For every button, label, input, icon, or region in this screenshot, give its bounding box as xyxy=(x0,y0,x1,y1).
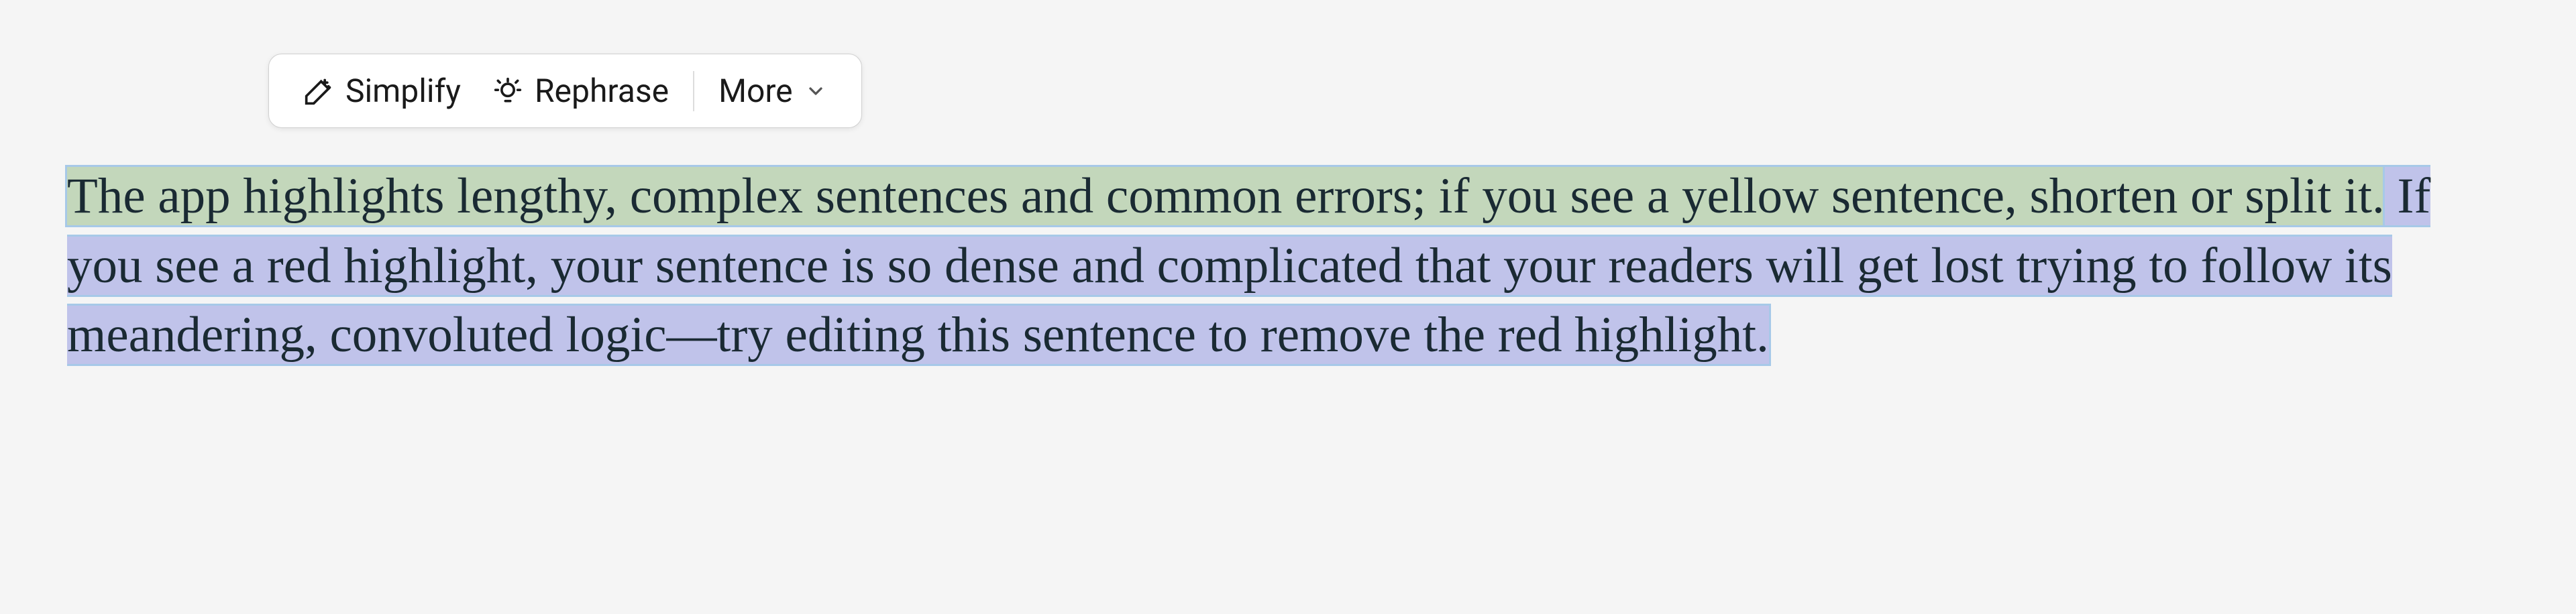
more-label: More xyxy=(718,72,793,110)
more-button[interactable]: More xyxy=(702,66,843,115)
highlighted-sentence-hard[interactable]: The app highlights lengthy, complex sent… xyxy=(67,167,2385,225)
chevron-down-icon xyxy=(805,80,826,102)
rewrite-toolbar: Simplify Rephrase More xyxy=(268,54,862,128)
toolbar-divider xyxy=(693,71,694,111)
editor-text[interactable]: The app highlights lengthy, complex sent… xyxy=(67,162,2509,370)
rephrase-label: Rephrase xyxy=(535,72,669,110)
simplify-button[interactable]: Simplify xyxy=(288,66,477,115)
simplify-label: Simplify xyxy=(345,72,461,110)
magic-wand-icon xyxy=(304,76,333,106)
rephrase-button[interactable]: Rephrase xyxy=(477,66,685,115)
lightbulb-icon xyxy=(493,76,523,106)
